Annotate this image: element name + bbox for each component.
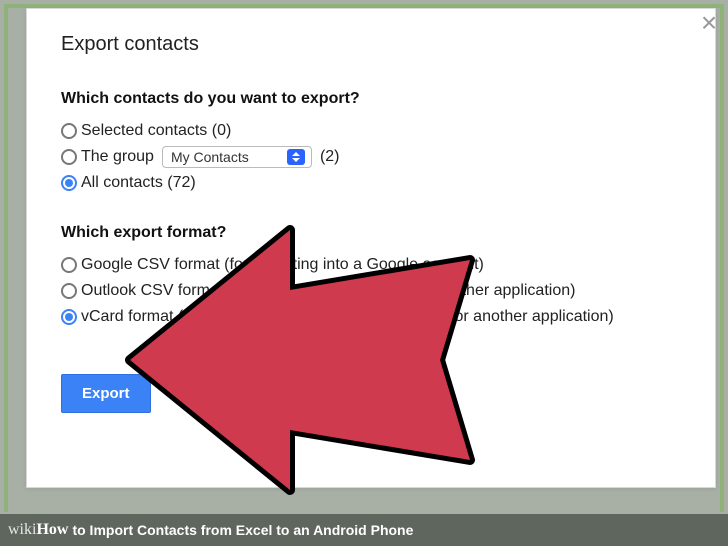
option-vcard[interactable]: vCard format (for importing into Apple A… [61,304,681,330]
option-label: The group [81,144,154,170]
format-option-group: Google CSV format (for importing into a … [61,252,681,330]
chevron-updown-icon [287,149,305,165]
frame-border [4,4,8,512]
option-selected-contacts[interactable]: Selected contacts (0) [61,118,681,144]
screenshot-stage: × Export contacts Which contacts do you … [0,0,728,546]
question-which-contacts: Which contacts do you want to export? [61,90,681,108]
logo-prefix: wiki [8,521,36,539]
radio-icon [61,175,77,191]
frame-border [720,4,724,512]
dialog-title: Export contacts [61,33,681,56]
option-outlook-csv[interactable]: Outlook CSV format (for importing into O… [61,278,681,304]
radio-icon [61,309,77,325]
caption-bar: wikiHow to Import Contacts from Excel to… [0,514,728,546]
radio-icon [61,257,77,273]
radio-icon [61,149,77,165]
close-icon[interactable]: × [695,9,723,37]
export-button[interactable]: Export [61,374,151,413]
radio-icon [61,283,77,299]
radio-icon [61,123,77,139]
option-label: All contacts (72) [81,170,196,196]
option-label: vCard format (for importing into Apple A… [81,304,614,330]
option-label: Outlook CSV format (for importing into O… [81,278,575,304]
caption-text: to Import Contacts from Excel to an Andr… [72,522,413,538]
wikihow-logo: wikiHow [8,521,68,539]
option-google-csv[interactable]: Google CSV format (for importing into a … [61,252,681,278]
question-which-format: Which export format? [61,224,681,242]
option-label: Google CSV format (for importing into a … [81,252,484,278]
group-count: (2) [320,144,340,170]
group-select[interactable]: My Contacts [162,146,312,168]
export-contacts-dialog: × Export contacts Which contacts do you … [26,8,716,488]
option-label: Selected contacts (0) [81,118,231,144]
logo-suffix: How [36,521,68,539]
group-select-value: My Contacts [171,144,249,170]
option-the-group[interactable]: The group My Contacts (2) [61,144,681,170]
option-all-contacts[interactable]: All contacts (72) [61,170,681,196]
contacts-option-group: Selected contacts (0) The group My Conta… [61,118,681,196]
